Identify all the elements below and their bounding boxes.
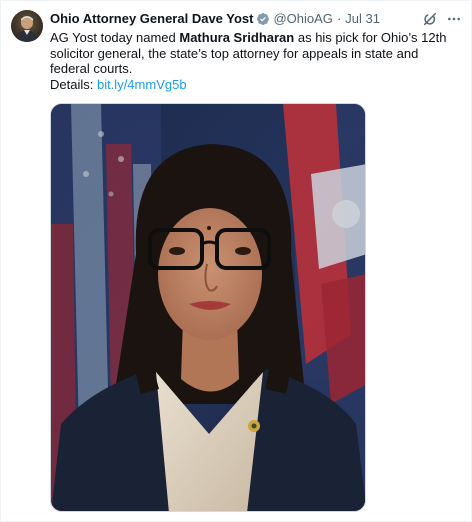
author-display-name[interactable]: Ohio Attorney General Dave Yost — [50, 11, 253, 27]
avatar-portrait-icon — [16, 16, 38, 42]
portrait-photo — [51, 104, 365, 511]
more-options-button[interactable] — [445, 10, 463, 28]
author-avatar[interactable] — [11, 10, 43, 42]
details-link[interactable]: bit.ly/4mmVg5b — [97, 77, 187, 92]
grok-icon — [423, 12, 437, 26]
more-options-icon — [448, 17, 460, 21]
tweet-text: AG Yost today named Mathura Sridharan as… — [50, 30, 460, 92]
tweet-photo[interactable] — [50, 103, 366, 512]
header-separator: · — [336, 11, 342, 26]
tweet-card[interactable]: Ohio Attorney General Dave Yost @OhioAG … — [0, 0, 472, 522]
tweet-date[interactable]: Jul 31 — [345, 11, 380, 27]
details-label: Details: — [50, 76, 97, 92]
author-handle[interactable]: @OhioAG — [273, 11, 332, 27]
tweet-highlight-name: Mathura Sridharan — [179, 30, 295, 45]
tweet-text-part-1: AG Yost today named — [50, 30, 180, 45]
grok-button[interactable] — [421, 10, 439, 28]
verified-badge-icon — [256, 12, 270, 26]
tweet-header: Ohio Attorney General Dave Yost @OhioAG … — [50, 11, 417, 27]
